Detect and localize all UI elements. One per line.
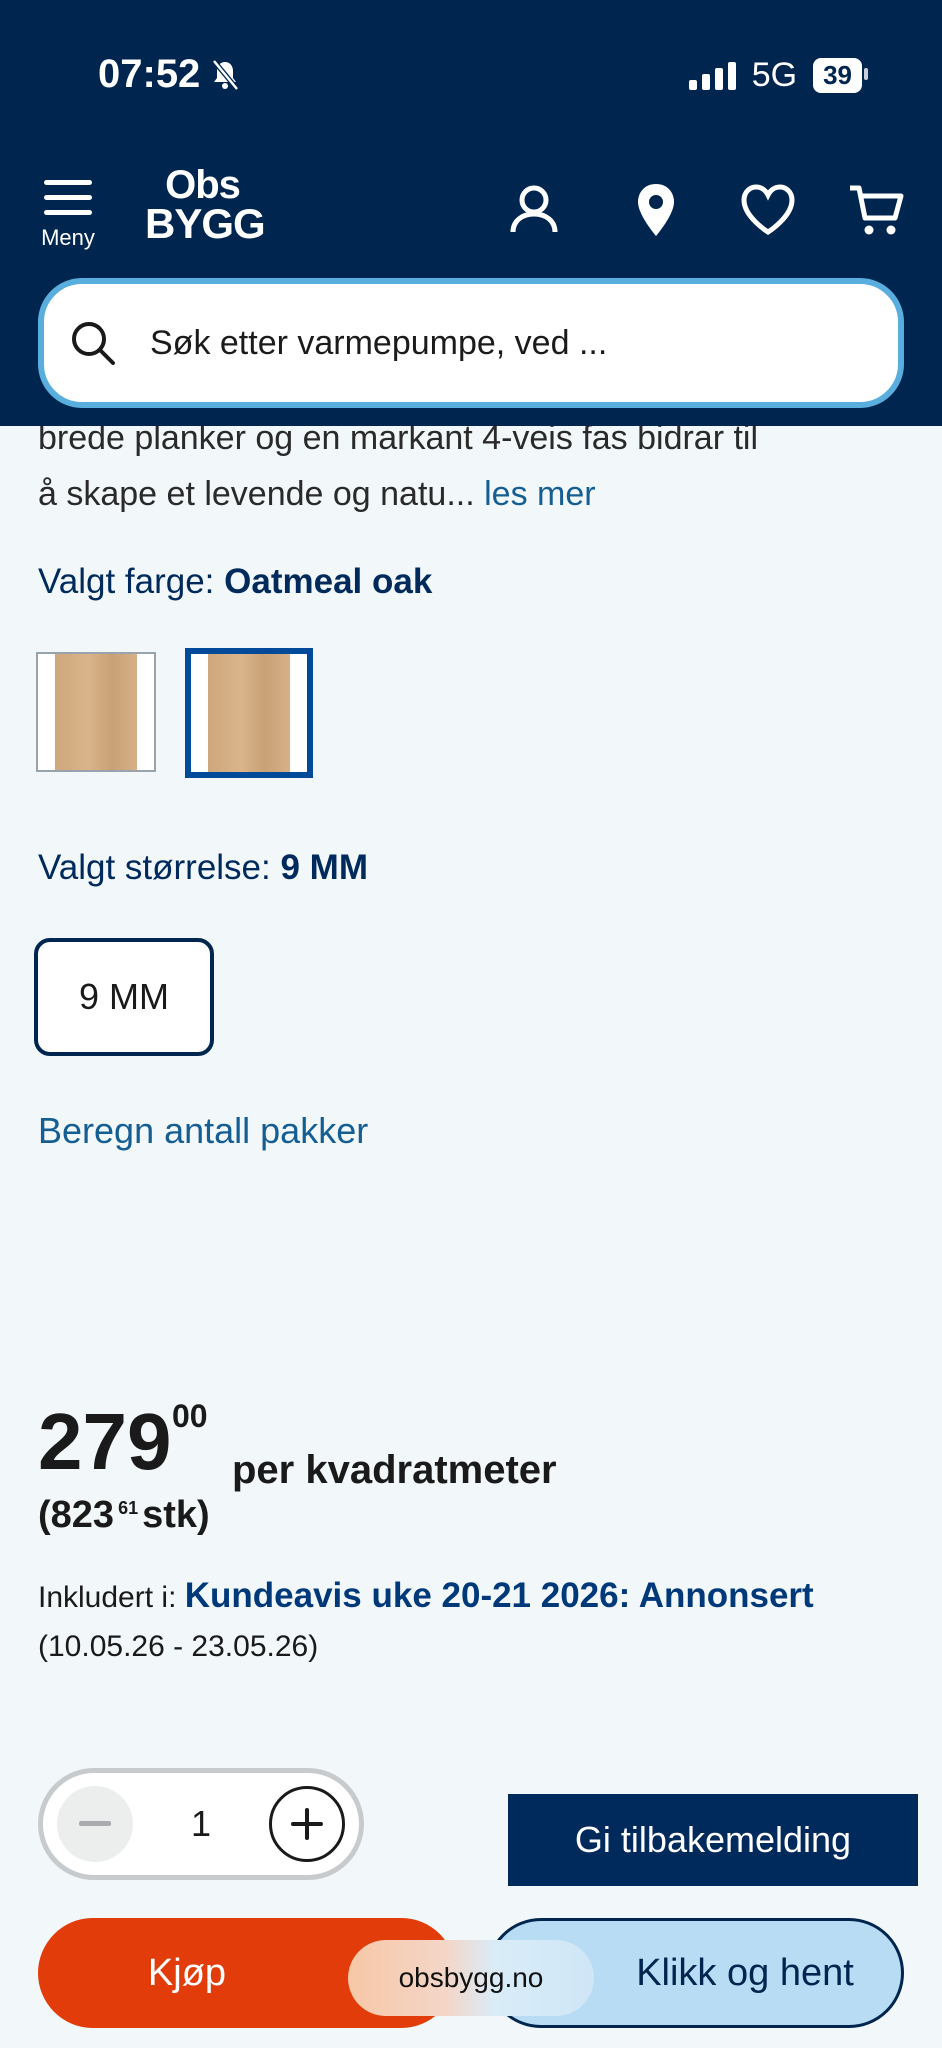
quantity-value[interactable]: 1 <box>191 1803 211 1845</box>
description-line2: å skape et levende og natu... <box>38 475 475 513</box>
quantity-stepper[interactable]: 1 <box>38 1768 364 1880</box>
obs-bygg-logo[interactable]: Obs BYGG <box>145 163 266 247</box>
search-input[interactable]: Søk etter varmepumpe, ved ... <box>38 278 904 408</box>
campaign-dates: (10.05.26 - 23.05.26) <box>38 1630 319 1663</box>
size-label-text: Valgt størrelse: <box>38 848 271 887</box>
stk-decimals: 61 <box>118 1498 139 1518</box>
cart-icon[interactable] <box>846 180 906 240</box>
app-header: 07:52 5G 39 Meny Obs BYGG Søk etter varm… <box>0 0 942 426</box>
calculate-packages-link[interactable]: Beregn antall pakker <box>38 1110 368 1152</box>
minus-icon <box>79 1821 111 1826</box>
search-placeholder: Søk etter varmepumpe, ved ... <box>150 323 608 362</box>
network-label: 5G <box>751 56 798 94</box>
increase-quantity-button[interactable] <box>269 1786 345 1862</box>
plus-icon <box>291 1808 323 1840</box>
color-swatch-oatmeal-oak[interactable] <box>185 648 313 778</box>
wood-texture <box>208 654 290 772</box>
store-location-icon[interactable] <box>626 180 686 240</box>
color-label-text: Valgt farge: <box>38 562 215 601</box>
buy-label: Kjøp <box>147 1951 227 1994</box>
bell-muted-icon <box>212 58 240 91</box>
status-time-text: 07:52 <box>98 52 201 96</box>
logo-line1: Obs <box>165 163 241 207</box>
browser-url-pill[interactable]: obsbygg.no <box>348 1940 594 2016</box>
battery-icon: 39 <box>813 58 868 93</box>
size-value: 9 MM <box>280 848 368 887</box>
price-per-piece: (823 61 stk) <box>38 1494 210 1537</box>
feedback-button[interactable]: Gi tilbakemelding <box>508 1794 918 1886</box>
search-icon <box>72 322 115 365</box>
color-label: Valgt farge: Oatmeal oak <box>38 562 432 602</box>
price-main: 279 <box>38 1397 172 1486</box>
menu-button[interactable]: Meny <box>38 180 98 251</box>
wood-texture <box>55 654 137 770</box>
signal-icon <box>688 61 736 90</box>
price-decimals: 00 <box>172 1398 208 1434</box>
stk-price: (823 <box>38 1494 115 1536</box>
size-option-9mm[interactable]: 9 MM <box>34 938 214 1056</box>
status-time: 07:52 <box>98 52 240 97</box>
size-label: Valgt størrelse: 9 MM <box>38 848 368 888</box>
stk-unit: stk) <box>142 1494 210 1536</box>
click-collect-label: Klikk og hent <box>636 1951 854 1994</box>
decrease-quantity-button[interactable] <box>57 1786 133 1862</box>
product-description: brede planker og en markant 4-veis fas b… <box>38 410 908 522</box>
campaign-prefix: Inkludert i: <box>38 1581 177 1614</box>
color-swatch-1[interactable] <box>36 652 156 772</box>
campaign-link[interactable]: Kundeavis uke 20-21 2026: Annonsert <box>185 1576 814 1615</box>
color-value: Oatmeal oak <box>224 562 433 601</box>
logo-line2: BYGG <box>145 200 266 247</box>
price-unit: per kvadratmeter <box>232 1448 557 1492</box>
hamburger-icon <box>38 180 98 215</box>
status-indicators: 5G 39 <box>688 56 868 95</box>
menu-label: Meny <box>41 225 95 250</box>
account-icon[interactable] <box>504 180 564 240</box>
price: 279 00 <box>38 1396 208 1488</box>
heart-icon[interactable] <box>738 180 798 240</box>
campaign-info: Inkludert i: Kundeavis uke 20-21 2026: A… <box>38 1576 814 1616</box>
read-more-link[interactable]: les mer <box>484 475 595 513</box>
